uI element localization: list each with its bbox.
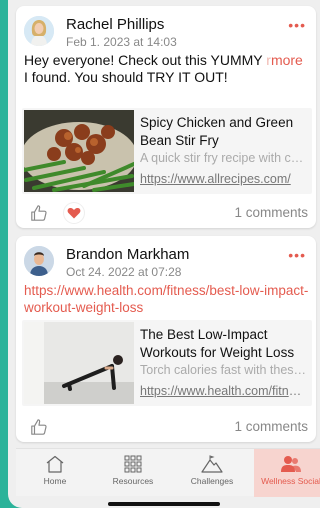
tab-label: Home [43, 476, 67, 486]
tab-wellness-social[interactable]: Wellness Social [254, 449, 320, 497]
like-reaction-button[interactable] [64, 203, 84, 223]
preview-description: Torch calories fast with these workouts [140, 363, 308, 377]
tab-challenges[interactable]: Challenges [172, 449, 252, 497]
post-date: Oct 24, 2022 at 07:28 [66, 265, 182, 276]
author-name[interactable]: Brandon Markham [66, 246, 189, 263]
people-icon [281, 456, 301, 472]
post-text-line1: Hey everyone! Check out this YUMMY [24, 52, 267, 68]
bottom-tab-bar: Home Resources Challenges Wellness Socia… [16, 448, 320, 497]
mountain-icon [201, 455, 223, 473]
post-footer: 1 comments [16, 200, 316, 228]
post-date: Feb 1, 2023 at 14:03 [66, 35, 177, 46]
tab-label: Resources [112, 476, 154, 486]
post-link[interactable]: https://www.health.com/fitness/best-low-… [24, 282, 312, 316]
home-icon [46, 455, 64, 473]
comment-count[interactable]: 1 comments [234, 205, 308, 220]
post-text: Hey everyone! Check out this YUMMY rmore… [24, 52, 312, 86]
post-footer: 1 comments [16, 414, 316, 442]
tab-home[interactable]: Home [16, 449, 94, 497]
post-card: Brandon Markham Oct 24, 2022 at 07:28 ••… [16, 236, 316, 442]
preview-url[interactable]: https://www.health.com/fitness [140, 384, 308, 398]
thumbs-up-icon[interactable] [30, 418, 48, 436]
preview-title: The Best Low-Impact Workouts for Weight … [140, 327, 295, 360]
link-preview[interactable]: The Best Low-Impact Workouts for Weight … [22, 320, 312, 406]
heart-icon [67, 207, 81, 219]
avatar-image [24, 16, 54, 46]
avatar[interactable] [24, 16, 54, 46]
preview-url[interactable]: https://www.allrecipes.com/ [140, 172, 308, 186]
app-screen: Rachel Phillips Feb 1, 2023 at 14:03 •••… [8, 0, 320, 508]
comment-count[interactable]: 1 comments [234, 419, 308, 434]
avatar[interactable] [24, 246, 54, 276]
post-card: Rachel Phillips Feb 1, 2023 at 14:03 •••… [16, 6, 316, 228]
link-preview[interactable]: Spicy Chicken and Green Bean Stir Fry A … [22, 108, 312, 194]
preview-image [24, 110, 134, 192]
preview-image [24, 322, 134, 404]
post-text-line2: I found. You should TRY IT OUT! [24, 69, 228, 85]
preview-title: Spicy Chicken and Green Bean Stir Fry [140, 115, 294, 148]
tab-resources[interactable]: Resources [94, 449, 172, 497]
tab-label: Challenges [190, 476, 234, 486]
preview-description: A quick stir fry recipe with chicken and… [140, 151, 308, 165]
more-options-icon[interactable]: ••• [288, 248, 306, 262]
more-options-icon[interactable]: ••• [288, 18, 306, 32]
home-indicator [108, 502, 220, 506]
avatar-image [24, 246, 54, 276]
thumbs-up-icon[interactable] [30, 204, 48, 222]
tab-label: Wellness Social [261, 476, 320, 486]
grid-icon [124, 455, 142, 473]
author-name[interactable]: Rachel Phillips [66, 16, 164, 33]
more-link[interactable]: more [271, 52, 303, 68]
